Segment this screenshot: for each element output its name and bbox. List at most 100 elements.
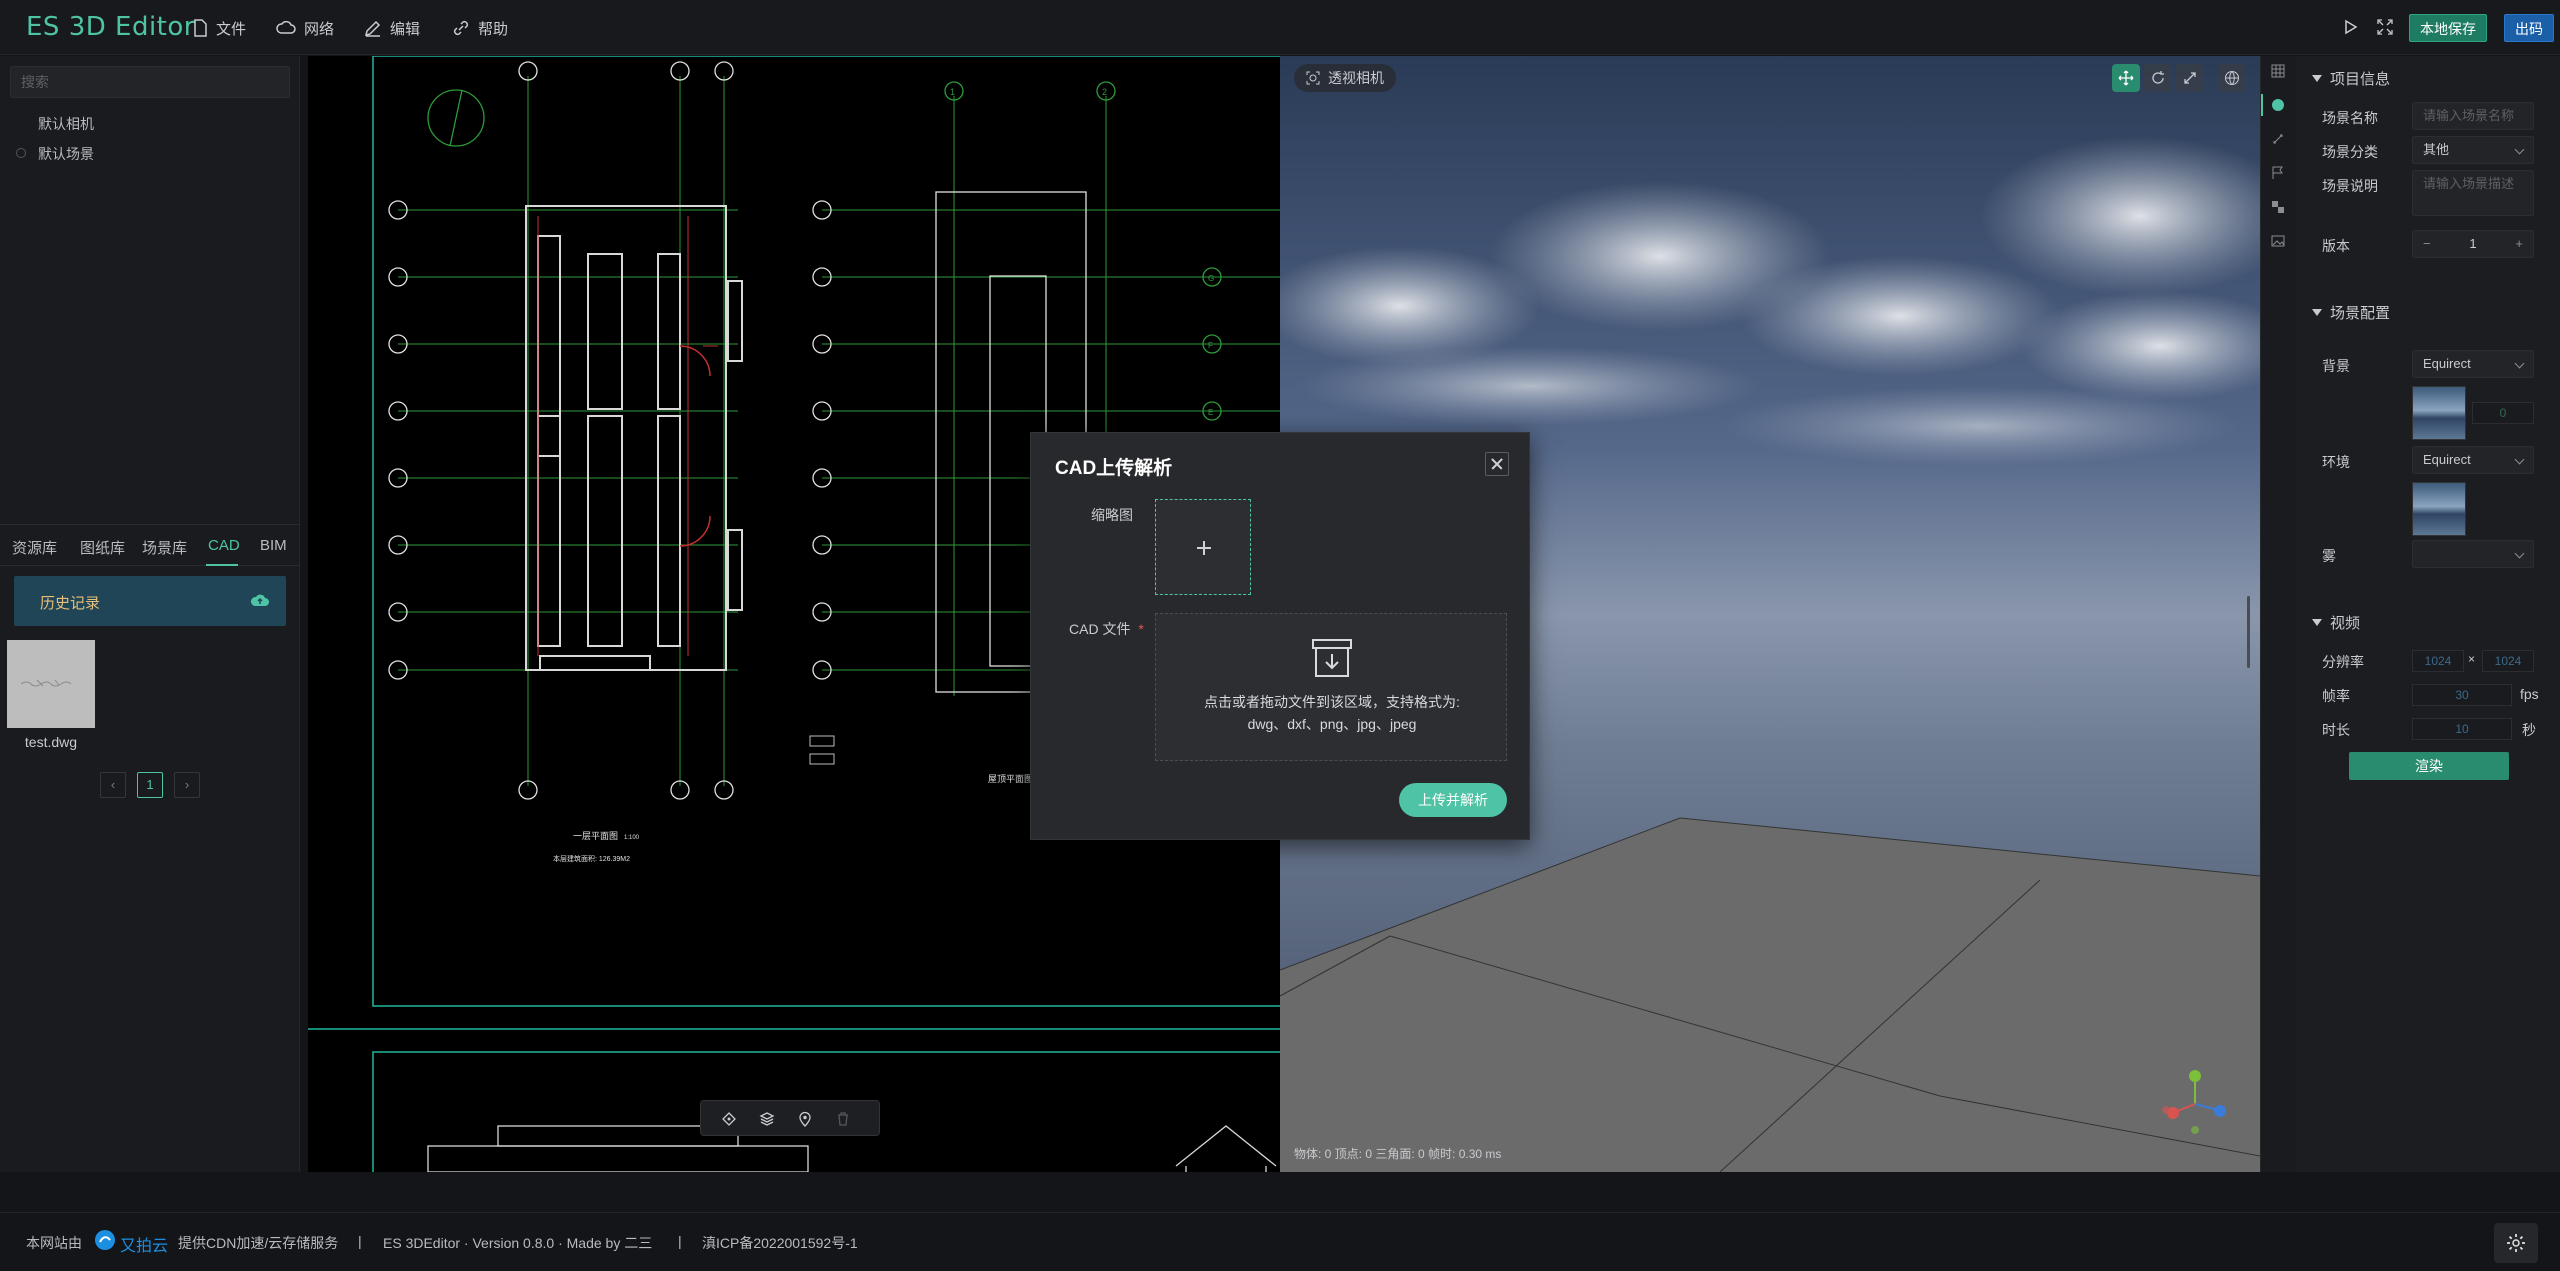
pager-next-button[interactable]: › [174, 772, 200, 798]
properties-panel: 项目信息 场景名称 请输入场景名称 场景分类 其他 场景说明 请输入场景描述 版… [2296, 56, 2560, 1172]
modal-title: CAD上传解析 [1055, 458, 1173, 479]
section-scene-config[interactable]: 场景配置 [2312, 302, 2390, 323]
scene-category-label: 场景分类 [2322, 144, 2378, 160]
section-project-info[interactable]: 项目信息 [2312, 68, 2390, 89]
left-panel: 默认相机 默认场景 资源库 图纸库 场景库 CAD BIM 历史记录 test.… [0, 56, 300, 1172]
cloud-upload-icon[interactable] [250, 592, 270, 608]
thumbnail-label: 缩略图 [1091, 507, 1133, 523]
menu-help[interactable]: 帮助 [452, 16, 508, 40]
axis-e: E [1208, 408, 1213, 417]
footer-separator: | [358, 1233, 362, 1249]
cloud-icon [276, 21, 296, 34]
tree-item-default-scene[interactable]: 默认场景 [38, 144, 94, 164]
gear-icon [2507, 1234, 2525, 1252]
background-intensity-input[interactable]: 0 [2472, 402, 2534, 424]
map-pin-icon[interactable] [797, 1111, 813, 1127]
environment-select[interactable]: Equirect [2412, 446, 2534, 474]
move-tool-button[interactable] [2112, 64, 2140, 92]
globe-icon [2225, 71, 2239, 85]
cad-file-dropzone[interactable]: 点击或者拖动文件到该区域，支持格式为: dwg、dxf、png、jpg、jpeg [1155, 613, 1507, 761]
rotate-icon [2152, 71, 2164, 84]
app-title: ES 3D Editor [26, 12, 195, 42]
section-video[interactable]: 视频 [2312, 612, 2360, 633]
search-input[interactable] [10, 66, 290, 98]
roof-title: 屋顶平面图 [988, 774, 1033, 784]
scene-globe-icon[interactable] [2271, 98, 2285, 112]
fps-input[interactable]: 30 [2412, 684, 2512, 706]
scene-name-input[interactable]: 请输入场景名称 [2412, 102, 2534, 130]
tab-assets[interactable]: 资源库 [12, 537, 57, 558]
scene-desc-textarea[interactable]: 请输入场景描述 [2412, 170, 2534, 216]
background-texture-thumbnail[interactable] [2412, 386, 2466, 440]
resolution-label: 分辨率 [2322, 654, 2364, 670]
flag-icon[interactable] [2271, 166, 2285, 180]
cad-file-label-text: CAD 文件 [1069, 621, 1131, 637]
grid-icon[interactable] [2271, 64, 2285, 78]
version-increment-button[interactable]: + [2515, 231, 2523, 257]
tab-drawings[interactable]: 图纸库 [80, 537, 125, 558]
locate-icon[interactable] [721, 1111, 737, 1127]
render-button[interactable]: 渲染 [2349, 752, 2509, 780]
fog-select[interactable] [2412, 540, 2534, 568]
material-icon[interactable] [2271, 200, 2285, 214]
dropzone-hint: 点击或者拖动文件到该区域，支持格式为: [1204, 694, 1460, 710]
tree-item-default-camera[interactable]: 默认相机 [38, 114, 94, 134]
modal-close-button[interactable] [1485, 452, 1509, 476]
top-bar: ES 3D Editor 文件 网络 编辑 帮助 本地保存 出码 [0, 0, 2560, 55]
scale-tool-button[interactable] [2176, 64, 2204, 92]
tab-cad[interactable]: CAD [208, 537, 240, 554]
settings-button[interactable] [2494, 1223, 2538, 1263]
history-record-bar[interactable]: 历史记录 [14, 576, 286, 626]
cad-file-label: CAD 文件 * [1069, 619, 1144, 639]
tab-bim[interactable]: BIM [260, 537, 287, 554]
rotate-tool-button[interactable] [2144, 64, 2172, 92]
resolution-times: × [2468, 652, 2476, 666]
menu-network-label: 网络 [304, 20, 335, 38]
viewport-scrollbar[interactable] [2247, 596, 2250, 668]
tab-scenes[interactable]: 场景库 [142, 537, 187, 558]
axis-gizmo[interactable] [2160, 1066, 2230, 1136]
edit-icon [364, 20, 381, 37]
fullscreen-icon[interactable] [2375, 17, 2395, 37]
world-space-button[interactable] [2218, 64, 2246, 92]
dropzone-formats: dwg、dxf、png、jpg、jpeg [1247, 716, 1417, 732]
lighting-icon[interactable] [2271, 132, 2285, 146]
scene-category-select[interactable]: 其他 [2412, 136, 2534, 164]
footer-icp-link[interactable]: 滇ICP备2022001592号-1 [702, 1233, 858, 1253]
menu-edit-label: 编辑 [390, 20, 421, 38]
environment-texture-thumbnail[interactable] [2412, 482, 2466, 536]
camera-tag[interactable]: 透视相机 [1294, 64, 1396, 92]
duration-input[interactable]: 10 [2412, 718, 2512, 740]
cad-file-thumbnail[interactable] [7, 640, 95, 728]
trash-icon[interactable] [835, 1111, 851, 1127]
fps-label: 帧率 [2322, 688, 2350, 704]
menu-edit[interactable]: 编辑 [364, 16, 420, 40]
resolution-width-input[interactable]: 1024 [2412, 650, 2464, 672]
library-tabs: 资源库 图纸库 场景库 CAD BIM [0, 524, 300, 566]
background-label: 背景 [2322, 358, 2350, 374]
history-label: 历史记录 [40, 595, 101, 612]
active-tab-indicator [206, 564, 238, 566]
environment-label: 环境 [2322, 454, 2350, 470]
duration-unit: 秒 [2522, 722, 2536, 738]
image-icon[interactable] [2271, 234, 2285, 248]
menu-network[interactable]: 网络 [276, 16, 334, 40]
version-label: 版本 [2322, 238, 2350, 254]
footer-upyun-link[interactable]: 又拍云 [120, 1232, 168, 1256]
layers-icon[interactable] [759, 1111, 775, 1127]
pager-current-page[interactable]: 1 [137, 772, 163, 798]
background-select[interactable]: Equirect [2412, 350, 2534, 378]
menu-file[interactable]: 文件 [192, 16, 246, 40]
save-local-button[interactable]: 本地保存 [2409, 14, 2487, 42]
resolution-height-input[interactable]: 1024 [2482, 650, 2534, 672]
camera-label: 透视相机 [1328, 70, 1384, 86]
cad-toolbar [700, 1100, 880, 1136]
play-icon[interactable] [2340, 17, 2360, 37]
axis-g: G [1208, 274, 1214, 283]
pager-prev-button[interactable]: ‹ [100, 772, 126, 798]
publish-button[interactable]: 出码 [2504, 14, 2554, 42]
version-stepper[interactable]: − 1 + [2412, 230, 2534, 258]
upload-and-parse-button[interactable]: 上传并解析 [1399, 783, 1507, 817]
thumbnail-upload-area[interactable] [1155, 499, 1251, 595]
footer-cdn-text: 提供CDN加速/云存储服务 [178, 1235, 339, 1251]
